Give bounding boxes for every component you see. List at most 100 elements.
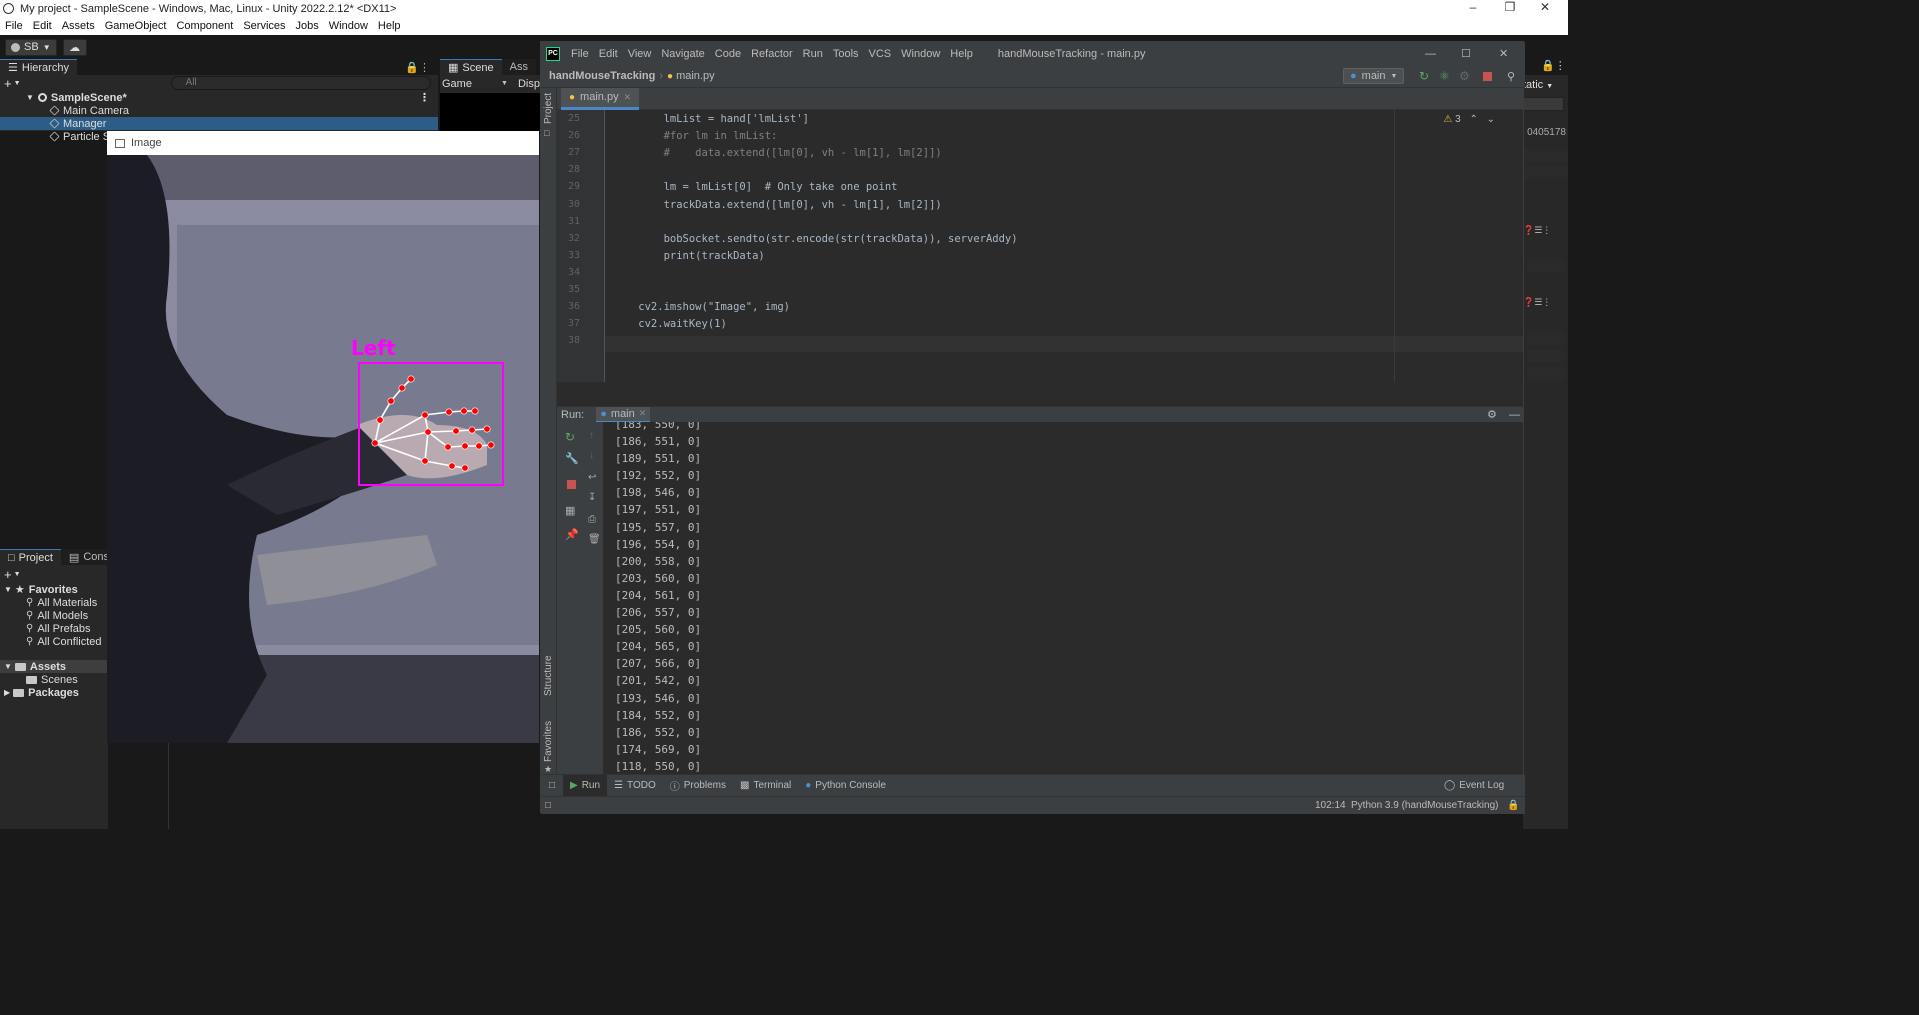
tab-hierarchy[interactable]: ☰ Hierarchy: [0, 59, 77, 75]
hierarchy-search-input[interactable]: All: [170, 76, 431, 90]
settings-gear-icon[interactable]: ⚙: [1487, 408, 1497, 421]
inspector-lock-icon[interactable]: 🔒⋮: [1541, 60, 1566, 72]
editor-run-splitter[interactable]: [557, 382, 1523, 406]
field[interactable]: [1527, 259, 1565, 273]
rerun-icon[interactable]: ↻: [1419, 69, 1429, 83]
game-dropdown[interactable]: Game: [442, 78, 491, 90]
menu-edit[interactable]: Edit: [33, 20, 52, 32]
maximize-icon[interactable]: ☐: [1461, 47, 1471, 60]
run-config-dropdown[interactable]: ● main ▼: [1343, 68, 1405, 84]
interpreter-label[interactable]: Python 3.9 (handMouseTracking): [1351, 800, 1499, 811]
field[interactable]: [1527, 367, 1565, 381]
pc-menu-vcs[interactable]: VCS: [869, 48, 892, 60]
event-log-button[interactable]: ◯ Event Log: [1437, 775, 1511, 797]
debug-icon[interactable]: ⚛: [1439, 69, 1450, 83]
hierarchy-item[interactable]: Main Camera: [0, 104, 438, 117]
arrow-up-icon[interactable]: ↑: [589, 430, 594, 441]
menu-help[interactable]: Help: [378, 20, 401, 32]
chevron-up-icon[interactable]: ⌃: [1469, 114, 1477, 125]
expand-arrow-icon[interactable]: ▼: [4, 585, 12, 594]
editor-tab-main[interactable]: ● main.py ✕: [561, 87, 640, 110]
add-icon[interactable]: +: [4, 567, 12, 582]
tool-window-problems[interactable]: ⓘ Problems: [663, 775, 733, 797]
search-icon[interactable]: ⚲: [1507, 70, 1515, 83]
field[interactable]: [1527, 349, 1565, 363]
favorites-tool-label[interactable]: Favorites: [543, 721, 554, 762]
run-tab-main[interactable]: ● main ✕: [596, 406, 651, 423]
chevron-down-icon[interactable]: ▼: [1546, 83, 1553, 90]
chevron-down-icon[interactable]: ⌄: [1487, 114, 1495, 125]
pc-menu-run[interactable]: Run: [803, 48, 823, 60]
field[interactable]: [1527, 331, 1565, 345]
soft-wrap-icon[interactable]: ↩: [588, 472, 596, 483]
close-icon[interactable]: ✕: [1522, 0, 1568, 17]
asset-folder-item[interactable]: Scenes: [0, 673, 108, 686]
favorite-item[interactable]: ⚲ All Prefabs: [0, 622, 108, 635]
pc-menu-navigate[interactable]: Navigate: [661, 48, 704, 60]
favorite-item[interactable]: ⚲ All Models: [0, 609, 108, 622]
menu-component[interactable]: Component: [176, 20, 233, 32]
expand-arrow-icon[interactable]: ▶: [4, 688, 10, 697]
inspection-widget[interactable]: ⚠ 3 ⌃ ⌄: [1443, 114, 1495, 125]
layer-dropdown[interactable]: [1523, 97, 1564, 111]
stop-icon[interactable]: [1483, 71, 1492, 81]
code-line[interactable]: print(trackData): [613, 250, 765, 262]
field[interactable]: [1523, 165, 1568, 179]
code-editor[interactable]: ⚠ 3 ⌃ ⌄ lmList = hand['lmList'] #for lm …: [605, 110, 1523, 382]
scene-row[interactable]: ▼ SampleScene* ⋮: [0, 91, 438, 105]
component-icons[interactable]: ❓☰⋮: [1523, 225, 1568, 235]
scroll-to-end-icon[interactable]: ↧: [588, 492, 596, 503]
favorite-item[interactable]: ⚲ All Conflicted: [0, 635, 108, 648]
more-icon[interactable]: ⋮: [419, 91, 430, 104]
tool-window-terminal[interactable]: ▩ Terminal: [733, 775, 798, 797]
caret-position[interactable]: 102:14: [1315, 800, 1346, 811]
hide-panel-icon[interactable]: —: [1509, 409, 1520, 421]
expand-arrow-icon[interactable]: ▼: [26, 93, 34, 102]
layout-icon[interactable]: ▦: [565, 504, 575, 517]
cloud-button[interactable]: ☁: [62, 38, 87, 56]
expand-arrow-icon[interactable]: ▼: [4, 662, 12, 671]
stop-icon[interactable]: [567, 480, 576, 489]
run-console-output[interactable]: [183, 550, 0] [186, 551, 0] [189, 551, 0] […: [603, 422, 1523, 774]
account-dropdown[interactable]: SB ▼: [5, 38, 57, 56]
rerun-icon[interactable]: ↻: [565, 430, 575, 444]
favorites-header[interactable]: ▼ ★ Favorites: [0, 583, 108, 597]
pc-menu-help[interactable]: Help: [950, 48, 973, 60]
component-icons[interactable]: ❓☰⋮: [1523, 297, 1568, 307]
static-label[interactable]: tatic: [1523, 79, 1543, 91]
breadcrumb-file[interactable]: main.py: [676, 70, 715, 82]
close-icon[interactable]: ✕: [1499, 47, 1508, 60]
chevron-down-icon[interactable]: ▼: [14, 571, 21, 578]
add-icon[interactable]: +: [4, 76, 12, 91]
assets-folder[interactable]: ▼ Assets: [0, 660, 108, 673]
lock-icon[interactable]: 🔒: [1507, 800, 1519, 811]
pc-menu-window[interactable]: Window: [901, 48, 940, 60]
tool-window-todo[interactable]: ☰ TODO: [607, 775, 663, 797]
breadcrumb-project[interactable]: handMouseTracking: [549, 70, 655, 82]
pc-menu-file[interactable]: File: [571, 48, 589, 60]
panel-toggle-icon[interactable]: □: [545, 800, 551, 811]
tab-scene[interactable]: ▦ Scene: [440, 59, 502, 75]
menu-gameobject[interactable]: GameObject: [105, 20, 167, 32]
tool-window-python-console[interactable]: ● Python Console: [798, 775, 893, 797]
code-line[interactable]: #for lm in lmList:: [613, 130, 778, 142]
pc-menu-view[interactable]: View: [628, 48, 652, 60]
pc-menu-refactor[interactable]: Refactor: [751, 48, 793, 60]
close-tab-icon[interactable]: ✕: [639, 408, 647, 419]
close-tab-icon[interactable]: ✕: [624, 92, 632, 103]
wrench-icon[interactable]: 🔧: [565, 452, 579, 465]
chevron-down-icon[interactable]: ▼: [14, 80, 21, 87]
tab-asset-store[interactable]: Ass: [501, 59, 536, 75]
image-window-titlebar[interactable]: Image: [107, 131, 539, 155]
menu-jobs[interactable]: Jobs: [296, 20, 319, 32]
favorite-item[interactable]: ⚲ All Materials: [0, 596, 108, 609]
code-line[interactable]: # data.extend([lm[0], vh - lm[1], lm[2]]…: [613, 147, 942, 159]
minimize-icon[interactable]: —: [1425, 48, 1436, 60]
menu-assets[interactable]: Assets: [62, 20, 95, 32]
pin-icon[interactable]: 📌: [565, 528, 579, 541]
code-line[interactable]: trackData.extend([lm[0], vh - lm[1], lm[…: [613, 199, 942, 211]
arrow-down-icon[interactable]: ↓: [589, 450, 594, 461]
code-line[interactable]: bobSocket.sendto(str.encode(str(trackDat…: [613, 233, 1018, 245]
print-icon[interactable]: ⎙: [588, 514, 596, 525]
code-line[interactable]: lmList = hand['lmList']: [613, 113, 809, 125]
